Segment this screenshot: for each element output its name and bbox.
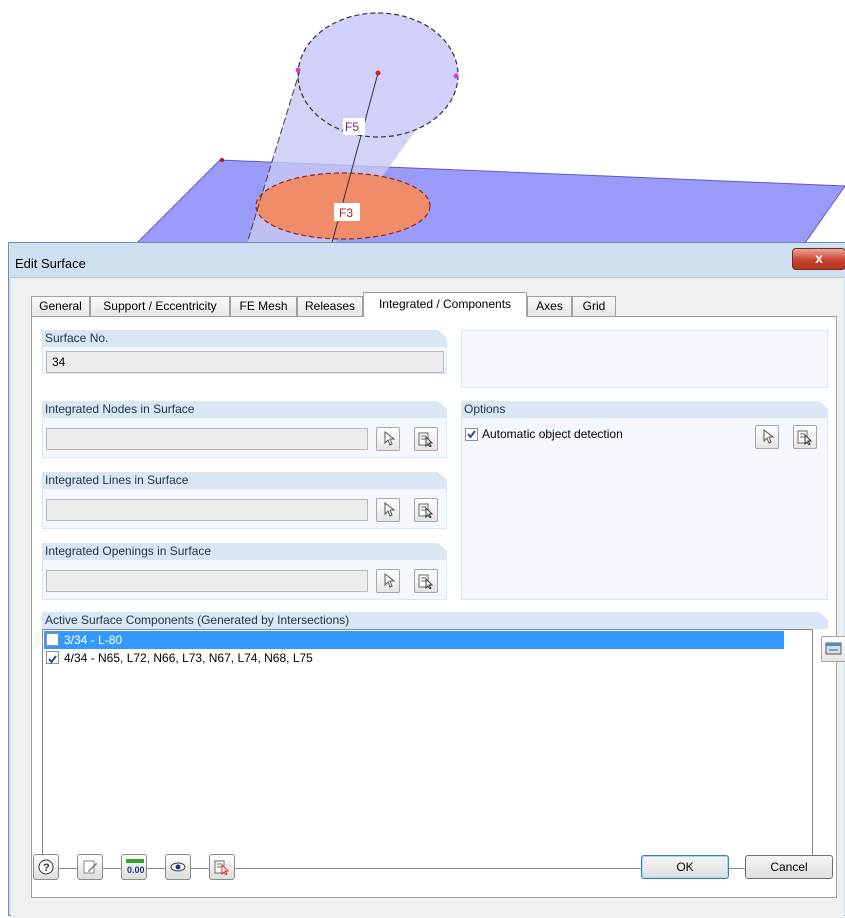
select-list-icon (418, 574, 434, 589)
model-viewport: F5 F3 (0, 0, 845, 251)
blank-panel (461, 330, 828, 388)
components-list[interactable]: 3/34 - L-80 4/34 - N65, L72, N66, L73, N… (42, 629, 813, 869)
select-nodes-button[interactable] (414, 427, 438, 451)
select-openings-button[interactable] (414, 569, 438, 593)
components-label: Active Surface Components (Generated by … (42, 612, 828, 629)
component-checkbox[interactable] (46, 651, 59, 664)
eye-icon (170, 862, 186, 872)
dialog-title: Edit Surface (15, 256, 86, 271)
surface-label-f3: F3 (339, 206, 353, 220)
tab-axes[interactable]: Axes (527, 296, 572, 316)
edit-component-button[interactable] (821, 636, 845, 662)
components-group: Active Surface Components (Generated by … (42, 612, 845, 874)
integrated-lines-field[interactable] (46, 499, 368, 521)
group-body (42, 560, 447, 600)
component-checkbox[interactable] (46, 633, 59, 646)
ok-button[interactable]: OK (641, 855, 729, 879)
group-body: Automatic object detection (461, 418, 828, 600)
options-select-button[interactable] (793, 425, 817, 449)
auto-detect-label[interactable]: Automatic object detection (482, 427, 623, 441)
tab-general[interactable]: General (31, 296, 90, 316)
view-button[interactable] (165, 854, 191, 880)
integrated-nodes-label: Integrated Nodes in Surface (42, 401, 447, 418)
tab-grid[interactable]: Grid (572, 296, 616, 316)
surface-no-field[interactable]: 34 (46, 351, 444, 373)
node-point (453, 73, 459, 79)
edit-note-button[interactable] (77, 854, 103, 880)
pick-lines-button[interactable] (376, 498, 400, 522)
node-point (295, 67, 301, 73)
node-point (375, 70, 381, 76)
group-body (42, 489, 447, 529)
pick-cursor-icon (763, 429, 775, 444)
edit-dialog-icon (825, 642, 842, 655)
model-3d-view: F5 F3 (128, 12, 845, 251)
group-body: 34 (42, 347, 447, 374)
options-label: Options (461, 401, 828, 418)
integrated-nodes-field[interactable] (46, 428, 368, 450)
tab-page: Surface No. 34 Integrated Nodes in Surfa… (31, 316, 845, 898)
select-lines-button[interactable] (414, 498, 438, 522)
component-text: 3/34 - L-80 (64, 633, 123, 647)
node-point (220, 158, 224, 162)
list-item[interactable]: 4/34 - N65, L72, N66, L73, N67, L74, N68… (44, 649, 784, 667)
tab-releases[interactable]: Releases (297, 296, 363, 316)
tab-support-eccentricity[interactable]: Support / Eccentricity (90, 296, 230, 316)
decimal-icon: 0.00 (126, 859, 144, 875)
integrated-nodes-group: Integrated Nodes in Surface (42, 401, 447, 458)
pick-nodes-button[interactable] (376, 427, 400, 451)
select-list-icon (418, 503, 434, 518)
integrated-lines-group: Integrated Lines in Surface (42, 472, 447, 529)
surface-no-group: Surface No. 34 (42, 330, 447, 374)
component-text: 4/34 - N65, L72, N66, L73, N67, L74, N68… (64, 651, 313, 665)
svg-text:?: ? (43, 862, 50, 874)
help-button[interactable]: ? (33, 854, 59, 880)
integrated-openings-group: Integrated Openings in Surface (42, 543, 447, 600)
pick-cursor-icon (384, 502, 396, 517)
tab-integrated-components[interactable]: Integrated / Components (363, 292, 527, 317)
select-list-icon (797, 430, 813, 445)
select-list-icon (418, 432, 434, 447)
decimal-icon-text: 0.00 (127, 865, 144, 875)
group-body (42, 418, 447, 458)
list-item[interactable]: 3/34 - L-80 (44, 631, 784, 649)
integrated-openings-field[interactable] (46, 570, 368, 592)
select-list-icon (214, 860, 230, 875)
pick-cursor-icon (384, 573, 396, 588)
options-group: Options Automatic object detection (461, 401, 828, 600)
checkmark-icon (48, 655, 57, 664)
auto-detect-checkbox[interactable] (465, 428, 478, 441)
units-button[interactable]: 0.00 (121, 854, 147, 880)
edit-surface-dialog: Edit Surface x General Support / Eccentr… (8, 242, 845, 918)
cancel-button[interactable]: Cancel (745, 855, 833, 879)
options-pick-button[interactable] (755, 425, 779, 449)
checkmark-icon (467, 430, 476, 439)
pick-openings-button[interactable] (376, 569, 400, 593)
surface-no-label: Surface No. (42, 330, 447, 347)
surface-label-f5: F5 (345, 120, 359, 134)
dialog-client-area: General Support / Eccentricity FE Mesh R… (11, 277, 845, 918)
select-graphic-button[interactable] (209, 854, 235, 880)
close-button[interactable]: x (792, 248, 845, 270)
pick-cursor-icon (384, 431, 396, 446)
integrated-lines-label: Integrated Lines in Surface (42, 472, 447, 489)
integrated-openings-label: Integrated Openings in Surface (42, 543, 447, 560)
help-icon: ? (38, 859, 54, 875)
pencil-icon (83, 860, 97, 874)
title-bar[interactable]: Edit Surface x (9, 243, 845, 277)
surface-plane (128, 159, 845, 251)
tab-fe-mesh[interactable]: FE Mesh (230, 296, 297, 316)
